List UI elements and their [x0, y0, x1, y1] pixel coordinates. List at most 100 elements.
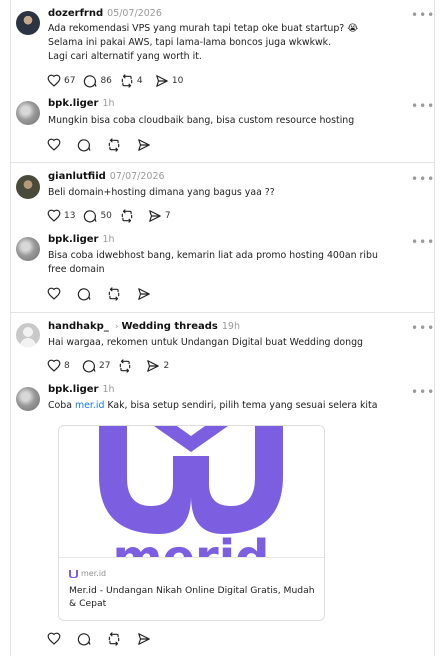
- send-icon: [138, 633, 150, 645]
- username[interactable]: dozerfrnd: [48, 8, 103, 19]
- like-button[interactable]: 8: [47, 359, 74, 373]
- text-line: Selama ini pakai AWS, tapi lama-lama bon…: [48, 37, 332, 48]
- like-count: 67: [64, 76, 76, 86]
- timestamp: 05/07/2026: [107, 8, 162, 19]
- repost-button[interactable]: [107, 138, 121, 152]
- post-header: bpk.liger 1h: [48, 233, 115, 247]
- more-icon[interactable]: •••: [411, 9, 434, 22]
- repost-count: 4: [136, 76, 143, 86]
- post-text: Hai wargaa, rekomen untuk Undangan Digit…: [48, 336, 378, 350]
- logo-wordmark: merid: [112, 530, 269, 558]
- text-line: Hai wargaa, rekomen untuk Undangan Digit…: [48, 337, 363, 348]
- repost-icon: [108, 632, 120, 646]
- repost-button[interactable]: [107, 287, 121, 301]
- comment-icon: [77, 139, 91, 152]
- site-favicon-icon: [69, 569, 78, 578]
- repost-icon: [121, 74, 133, 88]
- comment-icon: [84, 210, 97, 223]
- link-preview-card[interactable]: merid mer.id Mer.id - Undangan Nikah Onl…: [58, 425, 325, 621]
- mention-link[interactable]: mer.id: [75, 400, 104, 411]
- text-segment: Coba: [48, 400, 75, 411]
- avatar[interactable]: [16, 11, 40, 35]
- more-icon[interactable]: •••: [411, 100, 434, 113]
- like-button[interactable]: 13: [47, 209, 75, 223]
- comment-button[interactable]: [77, 138, 91, 152]
- repost-icon: [120, 359, 131, 373]
- repost-button[interactable]: [118, 359, 132, 373]
- username[interactable]: bpk.liger: [48, 234, 99, 245]
- username[interactable]: handhakp_: [48, 321, 109, 332]
- thread-tag[interactable]: Wedding threads: [121, 321, 217, 332]
- send-icon: [138, 288, 150, 300]
- comment-button[interactable]: [77, 632, 91, 646]
- like-button[interactable]: [47, 138, 61, 152]
- send-icon: [156, 75, 168, 87]
- share-button[interactable]: 2: [146, 359, 173, 373]
- share-count: 7: [164, 211, 171, 221]
- merid-logo: merid: [99, 426, 283, 558]
- avatar[interactable]: [16, 175, 40, 199]
- post-text: Coba mer.id Kak, bisa setup sendiri, pil…: [48, 399, 378, 413]
- comment-button[interactable]: 50: [83, 209, 112, 223]
- post-header: bpk.liger 1h: [48, 383, 115, 397]
- post-text: Ada rekomendasi VPS yang murah tapi teta…: [48, 22, 378, 64]
- domain-text: mer.id: [81, 569, 107, 578]
- heart-icon: [47, 138, 61, 151]
- comment-icon: [77, 288, 91, 301]
- like-button[interactable]: [47, 632, 61, 646]
- avatar[interactable]: [16, 101, 40, 125]
- post-actions: 67 86 4 10: [47, 73, 191, 89]
- more-icon[interactable]: •••: [411, 322, 434, 335]
- share-count: 2: [163, 361, 170, 371]
- heart-icon: [47, 632, 61, 645]
- repost-icon: [121, 209, 133, 223]
- avatar[interactable]: [16, 387, 40, 411]
- avatar[interactable]: [16, 323, 40, 347]
- heart-icon: [47, 74, 61, 87]
- like-button[interactable]: [47, 287, 61, 301]
- send-icon: [147, 360, 160, 372]
- username[interactable]: bpk.liger: [48, 384, 99, 395]
- comment-icon: [84, 75, 97, 88]
- avatar[interactable]: [16, 237, 40, 261]
- share-button[interactable]: 7: [148, 209, 175, 223]
- repost-button[interactable]: 4: [120, 74, 147, 88]
- comment-count: 50: [100, 211, 112, 221]
- post-header: gianlutfiid 07/07/2026: [48, 170, 165, 184]
- post-text: Mungkin bisa coba cloudbaik bang, bisa c…: [48, 114, 378, 128]
- text-line: Mungkin bisa coba cloudbaik bang, bisa c…: [48, 115, 355, 126]
- post-text: Bisa coba idwebhost bang, kemarin liat a…: [48, 249, 378, 277]
- repost-icon: [108, 138, 120, 152]
- heart-icon: [47, 209, 61, 222]
- heart-icon: [47, 287, 61, 300]
- post-actions: 13 50 7: [47, 208, 183, 224]
- like-count: 13: [64, 211, 76, 221]
- comment-icon: [77, 633, 91, 646]
- post-header: dozerfrnd 05/07/2026: [48, 7, 162, 21]
- share-button[interactable]: [137, 632, 151, 646]
- like-button[interactable]: 67: [47, 74, 75, 88]
- comment-count: 27: [99, 361, 111, 371]
- text-line: Beli domain+hosting dimana yang bagus ya…: [48, 187, 275, 198]
- text-segment: Kak, bisa setup sendiri, pilih tema yang…: [104, 400, 378, 411]
- comment-button[interactable]: [77, 287, 91, 301]
- username[interactable]: gianlutfiid: [48, 171, 106, 182]
- link-domain: mer.id: [69, 569, 106, 578]
- chevron-right-icon: ›: [114, 322, 119, 332]
- more-icon[interactable]: •••: [411, 173, 434, 186]
- repost-button[interactable]: [120, 209, 134, 223]
- send-icon: [138, 139, 150, 151]
- username[interactable]: bpk.liger: [48, 98, 99, 109]
- comment-button[interactable]: 27: [82, 359, 110, 373]
- more-icon[interactable]: •••: [411, 236, 434, 249]
- timestamp: 1h: [102, 98, 115, 109]
- share-button[interactable]: [137, 287, 151, 301]
- share-button[interactable]: 10: [155, 74, 183, 88]
- share-button[interactable]: [137, 138, 151, 152]
- link-title: Mer.id - Undangan Nikah Online Digital G…: [69, 585, 315, 609]
- comment-button[interactable]: 86: [83, 74, 112, 88]
- repost-button[interactable]: [107, 632, 121, 646]
- post-text: Beli domain+hosting dimana yang bagus ya…: [48, 186, 378, 200]
- timestamp: 1h: [102, 384, 115, 395]
- more-icon[interactable]: •••: [411, 386, 434, 399]
